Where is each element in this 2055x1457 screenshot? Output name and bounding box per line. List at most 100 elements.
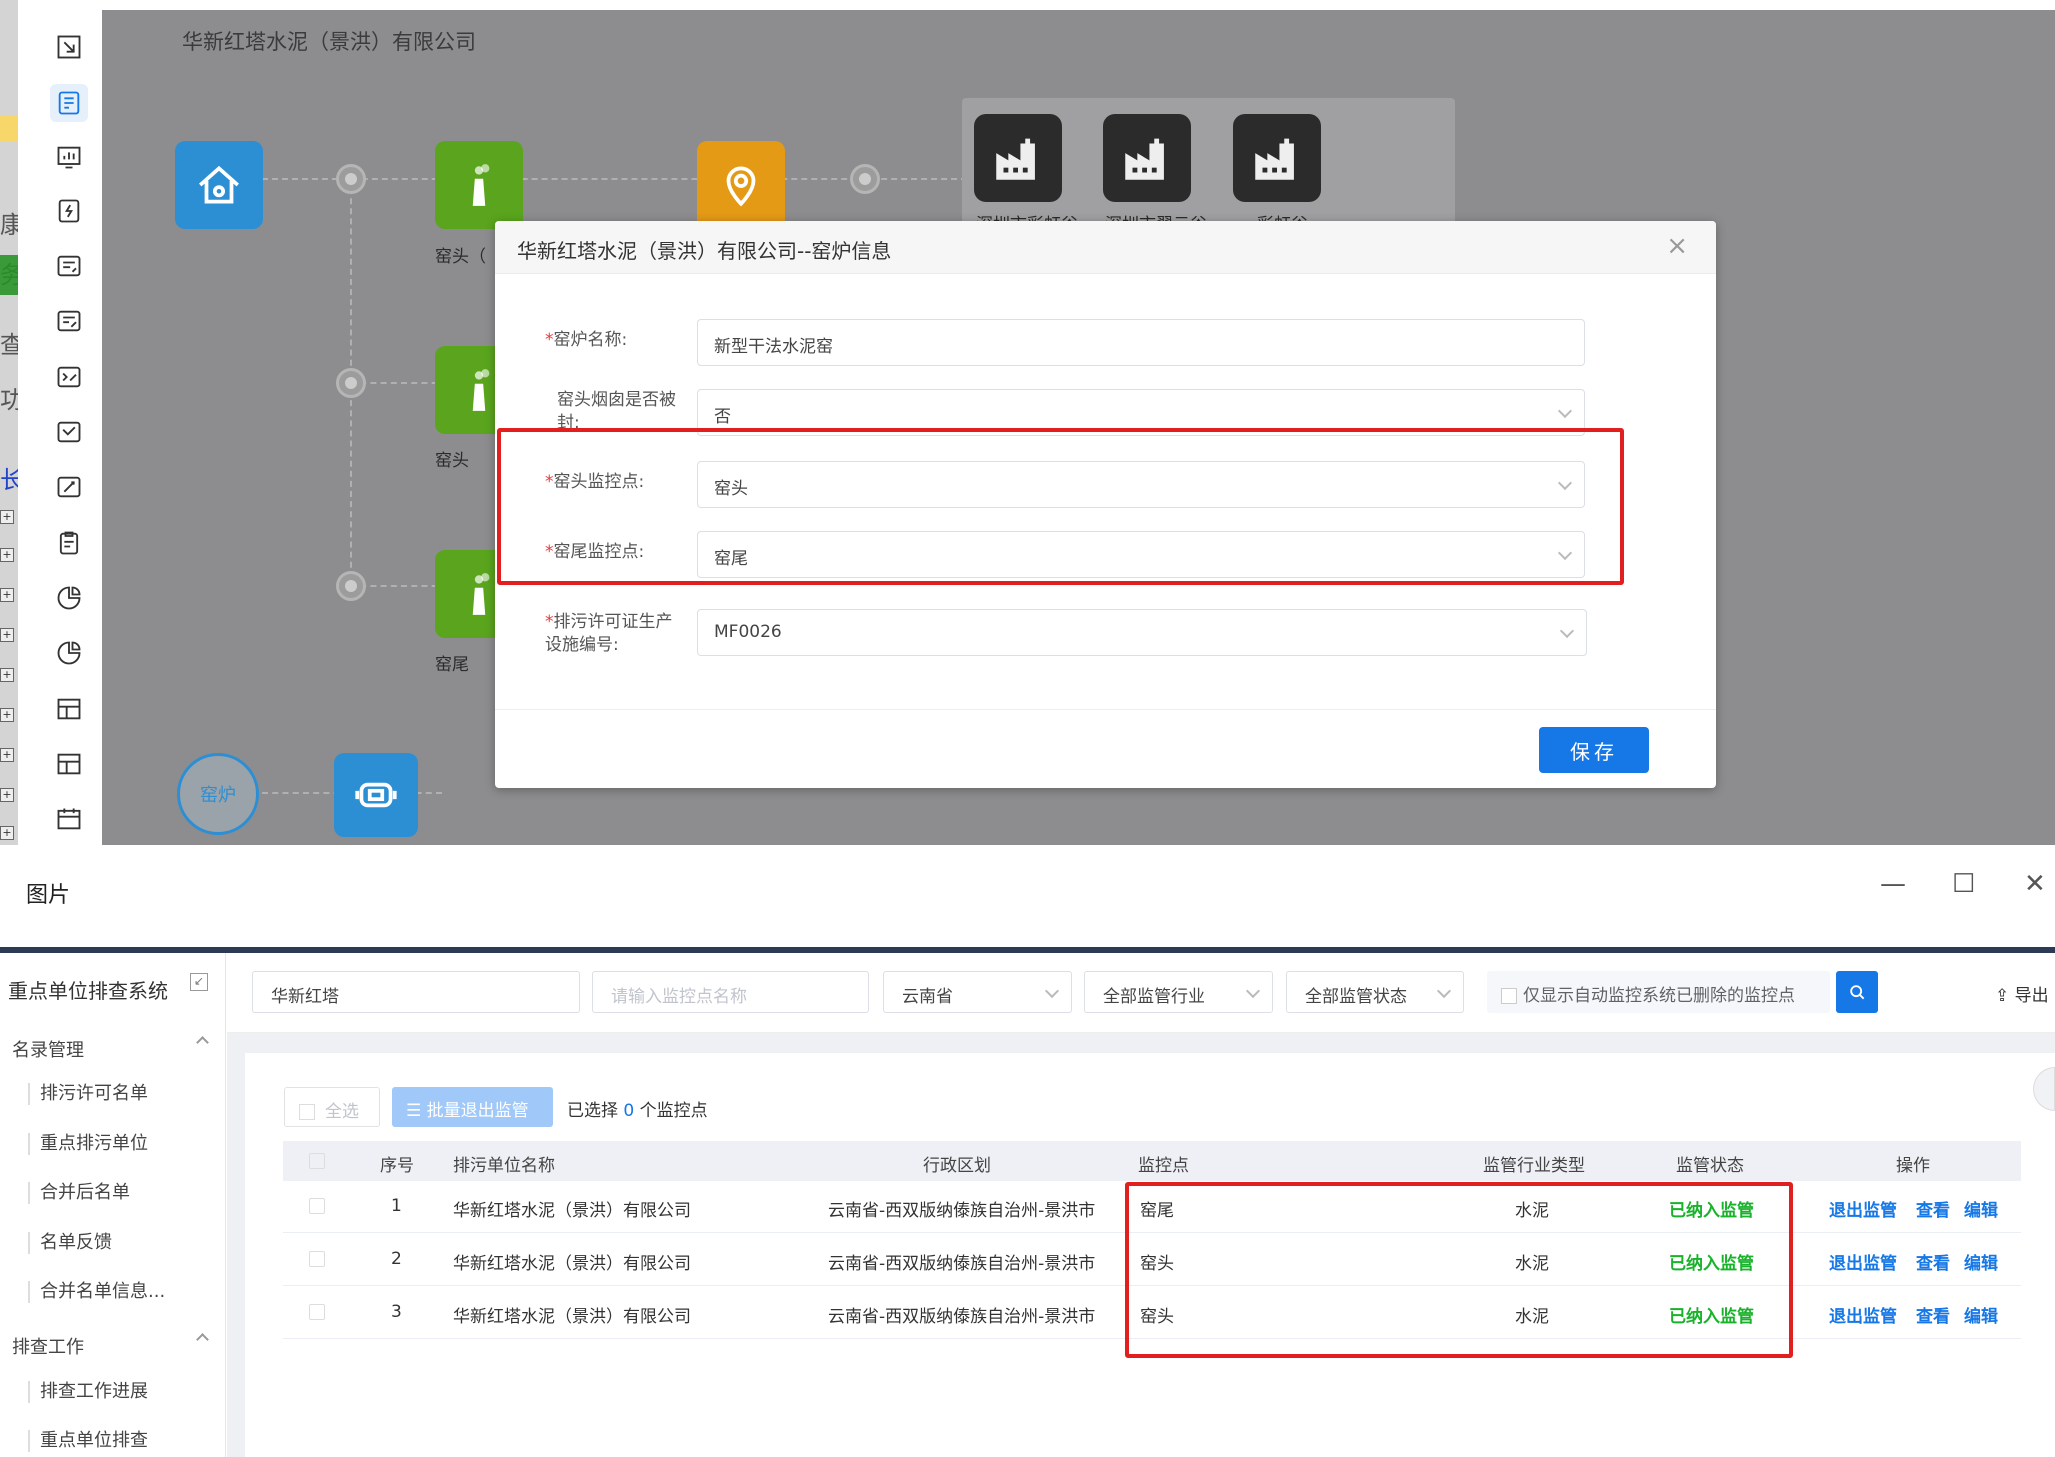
permit-facility-no-select[interactable]: MF0026: [697, 609, 1587, 656]
batch-exit-button[interactable]: ☰ 批量退出监管: [392, 1087, 553, 1127]
edit-link[interactable]: 编辑: [1964, 1196, 1998, 1221]
tree-expand-icon[interactable]: +: [0, 788, 14, 802]
select-all-button[interactable]: 全选: [284, 1087, 380, 1127]
company-search-input[interactable]: 华新红塔: [252, 971, 580, 1013]
sidebar-item-inspection-progress[interactable]: 排查工作进展: [28, 1381, 148, 1403]
minimize-icon[interactable]: —: [1880, 869, 1906, 899]
report-icon[interactable]: [50, 84, 88, 122]
maximize-icon[interactable]: ☐: [1952, 869, 1975, 899]
pie-chart-icon[interactable]: [50, 579, 88, 617]
connector-node[interactable]: [336, 368, 366, 398]
connector-node[interactable]: [336, 571, 366, 601]
edit-grid-icon[interactable]: [50, 358, 88, 396]
tree-expand-icon[interactable]: +: [0, 668, 14, 682]
menu-group-inspection[interactable]: 排查工作: [12, 1333, 209, 1359]
document-icon[interactable]: [50, 192, 88, 230]
column-header: 监管状态: [1676, 1156, 1744, 1176]
tree-expand-icon[interactable]: +: [0, 510, 14, 524]
list-edit-icon[interactable]: [50, 247, 88, 285]
form-edit-icon[interactable]: [50, 302, 88, 340]
review-icon[interactable]: [50, 413, 88, 451]
tree-expand-icon[interactable]: +: [0, 588, 14, 602]
factory-icon[interactable]: [1103, 114, 1191, 202]
connector-line: [262, 178, 1007, 180]
pie-chart-icon[interactable]: [50, 634, 88, 672]
view-link[interactable]: 查看: [1916, 1249, 1950, 1274]
top-screenshot: 康 务 查 功 长 + + + + + + + + + 华新红塔水泥（景洪）有限…: [0, 0, 2055, 845]
sidebar-item-key-polluters[interactable]: 重点排污单位: [28, 1133, 148, 1155]
view-link[interactable]: 查看: [1916, 1302, 1950, 1327]
sidebar-item-permit-list[interactable]: 排污许可名单: [28, 1083, 148, 1105]
left-strip-char: 查: [0, 331, 18, 359]
province-select[interactable]: 云南省: [883, 971, 1072, 1013]
kiln-name-input[interactable]: 新型干法水泥窑: [697, 319, 1585, 366]
gas-location-node[interactable]: [697, 141, 785, 229]
field-label-permit-facility-no: *排污许可证生产设施编号:: [545, 612, 673, 655]
deleted-points-filter[interactable]: 仅显示自动监控系统已删除的监控点: [1487, 971, 1830, 1013]
industry-select[interactable]: 全部监管行业: [1084, 971, 1273, 1013]
kiln-node[interactable]: 窑炉: [177, 753, 259, 835]
exit-supervision-link[interactable]: 退出监管: [1829, 1196, 1897, 1221]
row-number: 1: [391, 1196, 402, 1216]
system-title: 重点单位排查系统: [8, 979, 168, 1003]
view-link[interactable]: 查看: [1916, 1196, 1950, 1221]
table-header: 序号 排污单位名称 行政区划 监控点 监管行业类型 监管状态 操作: [283, 1141, 2021, 1181]
left-strip-char: 功: [0, 386, 18, 414]
image-window: 图片 — ☐ ✕ 重点单位排查系统 ↙ 名录管理 排污许可名单 重点排污单位 合…: [0, 857, 2055, 1457]
column-header: 序号: [380, 1156, 414, 1176]
row-checkbox[interactable]: [309, 1198, 325, 1214]
close-icon[interactable]: ×: [1666, 233, 1688, 259]
sidebar-item-key-unit-inspection[interactable]: 重点单位排查: [28, 1430, 148, 1452]
clipboard-icon[interactable]: [50, 524, 88, 562]
chevron-down-icon: [1559, 623, 1575, 639]
collapse-icon[interactable]: [50, 28, 88, 66]
checkbox[interactable]: [1501, 988, 1517, 1004]
sidebar: 重点单位排查系统 ↙ 名录管理 排污许可名单 重点排污单位 合并后名单 名单反馈…: [0, 953, 226, 1457]
sidebar-item-list-feedback[interactable]: 名单反馈: [28, 1232, 112, 1254]
edit-link[interactable]: 编辑: [1964, 1302, 1998, 1327]
sidebar-item-merged-info[interactable]: 合并名单信息...: [28, 1281, 165, 1303]
row-checkbox[interactable]: [309, 1251, 325, 1267]
row-checkbox[interactable]: [309, 1304, 325, 1320]
device-node[interactable]: [334, 753, 418, 837]
status-select[interactable]: 全部监管状态: [1286, 971, 1464, 1013]
factory-icon[interactable]: [1233, 114, 1321, 202]
calendar-icon[interactable]: [50, 800, 88, 838]
left-strip-char: 长: [0, 466, 18, 494]
tree-expand-icon[interactable]: +: [0, 548, 14, 562]
header-checkbox[interactable]: [309, 1153, 325, 1169]
edit-link[interactable]: 编辑: [1964, 1249, 1998, 1274]
connector-node[interactable]: [336, 164, 366, 194]
tree-expand-icon[interactable]: +: [0, 628, 14, 642]
close-icon[interactable]: ✕: [2024, 869, 2046, 899]
dialog-footer-divider: [495, 709, 1716, 710]
chimney-node[interactable]: [435, 141, 523, 229]
factory-icon[interactable]: [974, 114, 1062, 202]
collapse-sidebar-icon[interactable]: ↙: [190, 973, 208, 991]
row-number: 3: [391, 1302, 402, 1322]
chart-icon[interactable]: [50, 138, 88, 176]
row-number: 2: [391, 1249, 402, 1269]
save-button[interactable]: 保存: [1539, 727, 1649, 773]
tree-expand-icon[interactable]: +: [0, 826, 14, 840]
monitor-point-input[interactable]: 请输入监控点名称: [592, 971, 869, 1013]
tree-expand-icon[interactable]: +: [0, 708, 14, 722]
search-icon: [1850, 985, 1865, 1000]
search-button[interactable]: [1836, 971, 1878, 1013]
table-icon[interactable]: [50, 690, 88, 728]
pen-icon[interactable]: [50, 468, 88, 506]
menu-group-directory[interactable]: 名录管理: [12, 1036, 209, 1062]
exit-supervision-link[interactable]: 退出监管: [1829, 1302, 1897, 1327]
column-header: 监控点: [1138, 1156, 1189, 1176]
home-node[interactable]: [175, 141, 263, 229]
checkbox: [299, 1104, 315, 1120]
column-header: 操作: [1896, 1156, 1930, 1176]
export-button[interactable]: ⇪ 导出: [1995, 981, 2049, 1006]
exit-supervision-link[interactable]: 退出监管: [1829, 1249, 1897, 1274]
sidebar-item-merged-list[interactable]: 合并后名单: [28, 1182, 130, 1204]
connector-node[interactable]: [850, 164, 880, 194]
tree-expand-icon[interactable]: +: [0, 748, 14, 762]
list-icon: ☰: [406, 1101, 427, 1121]
table-icon[interactable]: [50, 745, 88, 783]
column-header: 行政区划: [923, 1156, 991, 1176]
